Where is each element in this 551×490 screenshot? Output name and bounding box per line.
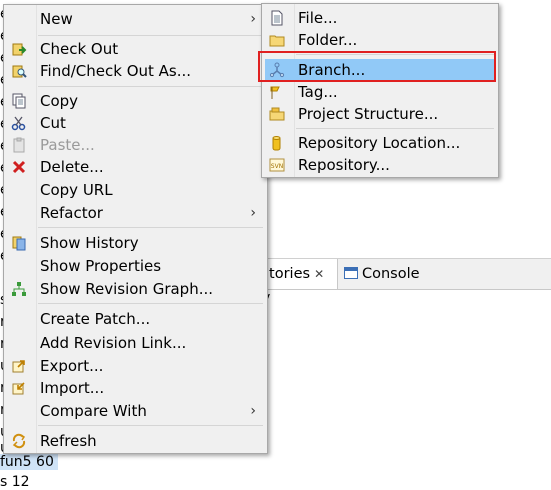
menu-item-label: Repository Location... [298, 134, 461, 152]
file-icon [269, 10, 285, 26]
menu-item-export[interactable]: Export... [7, 355, 264, 377]
console-icon [344, 267, 358, 279]
menu-item-label: Copy URL [40, 181, 113, 199]
menu-item-label: Paste... [40, 136, 95, 154]
find-checkout-icon [11, 63, 27, 79]
menu-item-repository-location[interactable]: Repository Location... [265, 132, 495, 154]
menu-item-label: Show Properties [40, 257, 162, 275]
menu-item-label: Add Revision Link... [40, 334, 187, 352]
repository-icon: SVN [269, 157, 285, 173]
menu-item-repository[interactable]: SVN Repository... [265, 154, 495, 176]
menu-item-folder[interactable]: Folder... [265, 29, 495, 51]
tab-console-label: Console [362, 266, 420, 282]
cut-icon [11, 115, 27, 131]
tab-repositories-label: itories [265, 266, 311, 282]
menu-item-label: Cut [40, 114, 66, 132]
menu-item-copy-url[interactable]: Copy URL [7, 179, 264, 201]
menu-item-label: Show History [40, 234, 139, 252]
editor-line: s 12 [0, 474, 30, 490]
menu-item-label: Export... [40, 357, 104, 375]
menu-item-refactor[interactable]: Refactor › [7, 202, 264, 224]
menu-item-label: File... [298, 9, 338, 27]
menu-item-label: Branch... [298, 61, 366, 79]
menu-item-label: Copy [40, 92, 79, 110]
export-icon [11, 358, 27, 374]
menu-item-compare-with[interactable]: Compare With › [7, 400, 264, 422]
history-icon [11, 235, 27, 251]
menu-item-new[interactable]: New › [7, 8, 264, 30]
menu-separator [38, 303, 263, 304]
paste-icon [11, 137, 27, 153]
tag-icon [269, 84, 285, 100]
menu-item-label: Check Out [40, 40, 119, 58]
menu-separator [296, 54, 494, 55]
refresh-icon [11, 433, 27, 449]
copy-icon [11, 93, 27, 109]
menu-item-label: Project Structure... [298, 105, 439, 123]
svg-text:SVN: SVN [271, 163, 283, 170]
delete-icon [11, 159, 27, 175]
menu-separator [38, 35, 263, 36]
context-menu: New › Check Out Find/Check Out As... Copy Cut… [3, 4, 268, 454]
view-tab-bar: itories ✕ Console [258, 258, 551, 290]
menu-item-label: Delete... [40, 158, 104, 176]
menu-item-show-properties[interactable]: Show Properties [7, 255, 264, 277]
folder-icon [269, 32, 285, 48]
menu-item-label: Create Patch... [40, 310, 151, 328]
menu-item-icon-slot [11, 182, 27, 198]
menu-separator [38, 425, 263, 426]
close-icon[interactable]: ✕ [314, 267, 324, 281]
menu-separator [296, 128, 494, 129]
menu-item-create-patch[interactable]: Create Patch... [7, 308, 264, 330]
menu-item-label: Repository... [298, 156, 390, 174]
menu-item-copy[interactable]: Copy [7, 90, 264, 112]
menu-item-add-revision-link[interactable]: Add Revision Link... [7, 332, 264, 354]
menu-item-icon-slot [11, 403, 27, 419]
menu-item-show-history[interactable]: Show History [7, 232, 264, 254]
new-submenu: File... Folder... Branch... Tag... Project S… [261, 3, 499, 178]
project-structure-icon [269, 106, 285, 122]
menu-item-show-revision-graph[interactable]: Show Revision Graph... [7, 278, 264, 300]
editor-line-selected: fun5 60 [0, 454, 58, 470]
menu-item-icon-slot [11, 335, 27, 351]
menu-item-icon-slot [11, 311, 27, 327]
menu-separator [38, 227, 263, 228]
menu-item-icon-slot [11, 258, 27, 274]
tab-console[interactable]: Console [344, 259, 420, 289]
chevron-right-icon: › [250, 403, 256, 419]
menu-item-tag[interactable]: Tag... [265, 81, 495, 103]
menu-item-icon-slot [11, 205, 27, 221]
menu-item-icon-slot [11, 11, 27, 27]
menu-item-find-check-out-as[interactable]: Find/Check Out As... [7, 60, 264, 82]
menu-item-label: Show Revision Graph... [40, 280, 214, 298]
tab-repositories[interactable]: itories ✕ [258, 259, 338, 289]
menu-item-delete[interactable]: Delete... [7, 156, 264, 178]
chevron-right-icon: › [250, 11, 256, 27]
menu-item-branch[interactable]: Branch... [265, 59, 495, 81]
menu-item-project-structure[interactable]: Project Structure... [265, 103, 495, 125]
menu-item-cut[interactable]: Cut [7, 112, 264, 134]
menu-item-label: Tag... [298, 83, 338, 101]
import-icon [11, 380, 27, 396]
menu-item-label: Folder... [298, 31, 358, 49]
menu-item-check-out[interactable]: Check Out [7, 38, 264, 60]
menu-item-label: Compare With [40, 402, 147, 420]
menu-item-label: Refresh [40, 432, 97, 450]
menu-item-label: Refactor [40, 204, 103, 222]
menu-item-label: Import... [40, 379, 105, 397]
menu-item-file[interactable]: File... [265, 7, 495, 29]
menu-separator [38, 86, 263, 87]
branch-icon [269, 62, 285, 78]
menu-item-label: New [40, 10, 73, 28]
checkout-icon [11, 41, 27, 57]
chevron-right-icon: › [250, 205, 256, 221]
menu-item-label: Find/Check Out As... [40, 62, 192, 80]
revision-graph-icon [11, 281, 27, 297]
repository-location-icon [269, 135, 285, 151]
menu-item-paste[interactable]: Paste... [7, 134, 264, 156]
menu-item-refresh[interactable]: Refresh [7, 430, 264, 452]
menu-item-import[interactable]: Import... [7, 377, 264, 399]
